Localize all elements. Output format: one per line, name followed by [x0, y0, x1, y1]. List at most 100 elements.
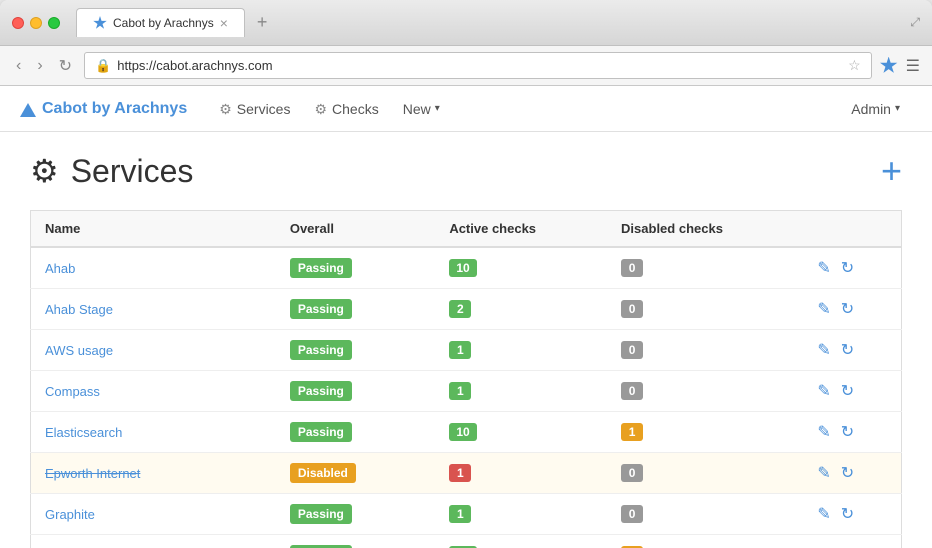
maximize-dot[interactable]	[48, 17, 60, 29]
edit-icon[interactable]: ✎	[817, 504, 830, 524]
overall-badge: Passing	[290, 258, 352, 278]
service-link[interactable]: Elasticsearch	[45, 425, 122, 440]
edit-icon[interactable]: ✎	[817, 340, 830, 360]
browser-menu-icon[interactable]: ☰	[906, 56, 920, 76]
disabled-count: 0	[621, 300, 643, 318]
brand-link[interactable]: Cabot by Arachnys	[20, 100, 187, 118]
refresh-icon[interactable]: ↻	[841, 340, 854, 360]
service-link[interactable]: Compass	[45, 384, 100, 399]
new-tab-button[interactable]: +	[257, 12, 268, 33]
table-row: Graphite Passing 1 0 ✎ ↻	[31, 494, 902, 535]
table-row: Ahab Passing 10 0 ✎ ↻	[31, 247, 902, 289]
table-row: AWS usage Passing 1 0 ✎ ↻	[31, 330, 902, 371]
edit-icon[interactable]: ✎	[817, 422, 830, 442]
active-count: 1	[449, 341, 471, 359]
disabled-count: 0	[621, 464, 643, 482]
service-link[interactable]: Graphite	[45, 507, 95, 522]
new-nav-dropdown[interactable]: New ▾	[391, 101, 452, 117]
service-link[interactable]: AWS usage	[45, 343, 113, 358]
table-row: Compass Passing 1 0 ✎ ↻	[31, 371, 902, 412]
services-gear-icon: ⚙	[219, 86, 232, 132]
col-header-name: Name	[31, 211, 276, 248]
brand-label: Cabot by Arachnys	[42, 100, 187, 118]
tab-close-button[interactable]: ×	[220, 15, 228, 31]
services-nav-label: Services	[237, 86, 291, 132]
checks-nav-link[interactable]: ⚙ Checks	[302, 86, 390, 132]
row-actions: ✎ ↻	[817, 422, 887, 442]
tab-favicon	[93, 16, 107, 30]
browser-titlebar: Cabot by Arachnys × + ⤢	[0, 0, 932, 46]
row-actions: ✎ ↻	[817, 340, 887, 360]
overall-badge: Passing	[290, 504, 352, 524]
brand-icon	[20, 101, 36, 117]
refresh-icon[interactable]: ↻	[841, 463, 854, 483]
service-link[interactable]: Ahab	[45, 261, 75, 276]
tab-title: Cabot by Arachnys	[113, 16, 214, 30]
overall-badge: Disabled	[290, 463, 356, 483]
service-link[interactable]: Ahab Stage	[45, 302, 113, 317]
checks-gear-icon: ⚙	[314, 86, 327, 132]
url-display: https://cabot.arachnys.com	[117, 58, 842, 73]
secure-icon: 🔒	[95, 58, 111, 74]
minimize-dot[interactable]	[30, 17, 42, 29]
browser-addressbar: ‹ › ↻ 🔒 https://cabot.arachnys.com ☆ ☰	[0, 46, 932, 86]
col-header-active: Active checks	[435, 211, 607, 248]
disabled-count: 0	[621, 259, 643, 277]
checks-nav-label: Checks	[332, 86, 379, 132]
forward-button[interactable]: ›	[33, 55, 46, 77]
active-count: 10	[449, 423, 476, 441]
col-header-disabled: Disabled checks	[607, 211, 803, 248]
services-nav-link[interactable]: ⚙ Services	[207, 86, 302, 132]
browser-tab[interactable]: Cabot by Arachnys ×	[76, 8, 245, 37]
disabled-count: 0	[621, 505, 643, 523]
refresh-icon[interactable]: ↻	[841, 299, 854, 319]
admin-caret-icon: ▾	[895, 103, 900, 114]
row-actions: ✎ ↻	[817, 463, 887, 483]
table-row: Epworth Internet Disabled 1 0 ✎ ↻	[31, 453, 902, 494]
new-caret-icon: ▾	[435, 103, 440, 114]
edit-icon[interactable]: ✎	[817, 381, 830, 401]
refresh-icon[interactable]: ↻	[841, 504, 854, 524]
arachnys-icon	[880, 57, 898, 75]
row-actions: ✎ ↻	[817, 381, 887, 401]
new-nav-label: New	[403, 101, 431, 117]
resize-icon: ⤢	[910, 15, 920, 30]
refresh-button[interactable]: ↻	[55, 54, 76, 78]
admin-nav-dropdown[interactable]: Admin ▾	[839, 101, 912, 117]
table-row: Ahab Stage Passing 2 0 ✎ ↻	[31, 289, 902, 330]
col-header-actions	[803, 211, 901, 248]
navbar-right: Admin ▾	[839, 101, 912, 117]
page-gear-icon: ⚙	[30, 152, 59, 190]
app-content: Cabot by Arachnys ⚙ Services ⚙ Checks Ne…	[0, 86, 932, 548]
services-table: Name Overall Active checks Disabled chec…	[30, 210, 902, 548]
window-controls	[12, 17, 60, 29]
disabled-count: 1	[621, 423, 643, 441]
edit-icon[interactable]: ✎	[817, 463, 830, 483]
back-button[interactable]: ‹	[12, 55, 25, 77]
disabled-count: 0	[621, 382, 643, 400]
refresh-icon[interactable]: ↻	[841, 422, 854, 442]
browser-window: Cabot by Arachnys × + ⤢ ‹ › ↻ 🔒 https://…	[0, 0, 932, 548]
edit-icon[interactable]: ✎	[817, 299, 830, 319]
refresh-icon[interactable]: ↻	[841, 381, 854, 401]
active-count: 1	[449, 382, 471, 400]
overall-badge: Passing	[290, 299, 352, 319]
active-count: 10	[449, 259, 476, 277]
row-actions: ✎ ↻	[817, 299, 887, 319]
close-dot[interactable]	[12, 17, 24, 29]
overall-badge: Passing	[290, 340, 352, 360]
address-box[interactable]: 🔒 https://cabot.arachnys.com ☆	[84, 52, 872, 79]
table-header: Name Overall Active checks Disabled chec…	[31, 211, 902, 248]
active-count: 2	[449, 300, 471, 318]
refresh-icon[interactable]: ↻	[841, 258, 854, 278]
row-actions: ✎ ↻	[817, 504, 887, 524]
top-navbar: Cabot by Arachnys ⚙ Services ⚙ Checks Ne…	[0, 86, 932, 132]
table-body: Ahab Passing 10 0 ✎ ↻ Ahab Stage Passing…	[31, 247, 902, 548]
add-service-button[interactable]: +	[881, 153, 902, 189]
overall-badge: Passing	[290, 422, 352, 442]
bookmark-icon[interactable]: ☆	[848, 57, 861, 74]
edit-icon[interactable]: ✎	[817, 258, 830, 278]
admin-nav-label: Admin	[851, 101, 891, 117]
service-link[interactable]: Epworth Internet	[45, 466, 140, 481]
active-count: 1	[449, 505, 471, 523]
